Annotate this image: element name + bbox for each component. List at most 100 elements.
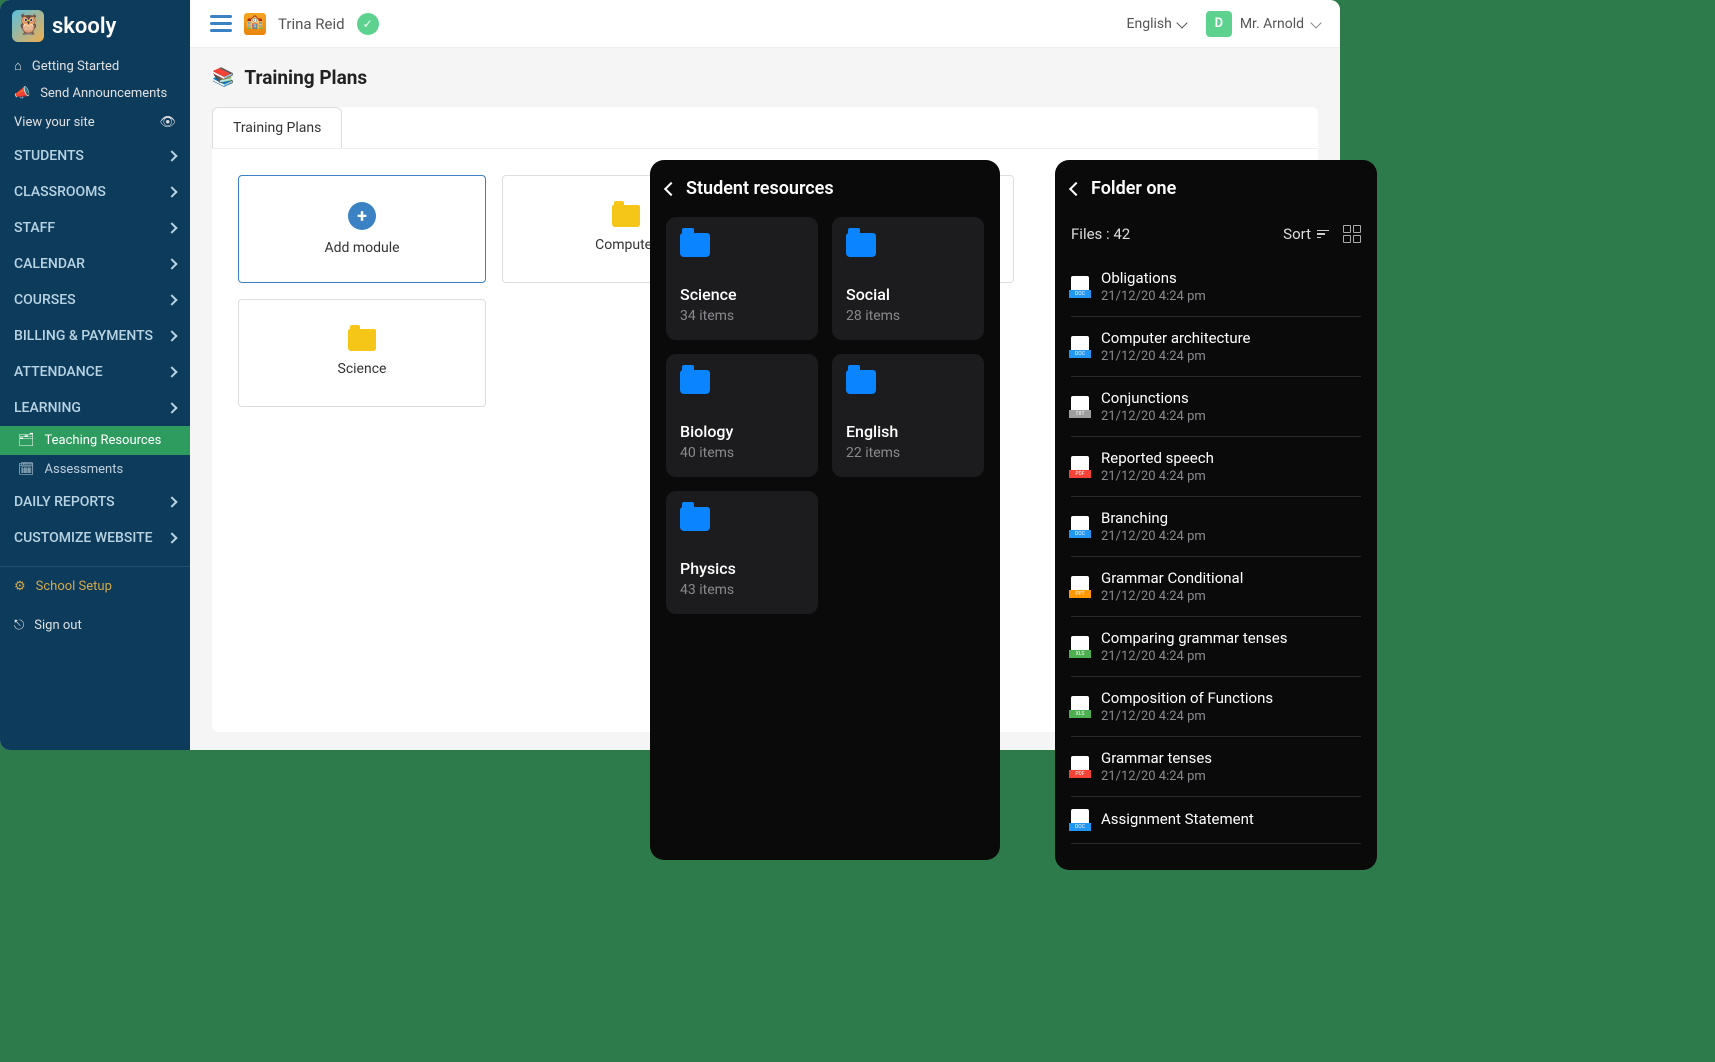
file-row[interactable]: Obligations21/12/20 4:24 pm bbox=[1071, 257, 1361, 317]
nav-label: CUSTOMIZE WEBSITE bbox=[14, 530, 153, 546]
file-type-icon bbox=[1071, 696, 1089, 718]
sidebar-nav-item[interactable]: DAILY REPORTS bbox=[0, 484, 190, 520]
user-avatar: D bbox=[1206, 11, 1232, 37]
file-date: 21/12/20 4:24 pm bbox=[1101, 409, 1361, 424]
sidebar-nav-item[interactable]: CUSTOMIZE WEBSITE bbox=[0, 520, 190, 556]
tab-training-plans[interactable]: Training Plans bbox=[212, 107, 342, 148]
folder-tile[interactable]: Physics43 items bbox=[666, 491, 818, 614]
files-count: Files : 42 bbox=[1071, 225, 1130, 243]
language-selector[interactable]: English bbox=[1127, 16, 1186, 32]
verified-icon: ✓ bbox=[357, 13, 379, 35]
nav-label: CALENDAR bbox=[14, 256, 85, 272]
school-name: Trina Reid bbox=[278, 15, 345, 33]
sidebar-nav-item[interactable]: COURSES bbox=[0, 282, 190, 318]
file-name: Conjunctions bbox=[1101, 389, 1361, 407]
sidebar-nav-item[interactable]: CLASSROOMS bbox=[0, 174, 190, 210]
module-label: Science bbox=[338, 361, 387, 377]
sidebar-nav-item[interactable]: ATTENDANCE bbox=[0, 354, 190, 390]
view-your-site[interactable]: View your site 👁 bbox=[0, 107, 190, 138]
sidebar-nav-item[interactable]: CALENDAR bbox=[0, 246, 190, 282]
sidebar-nav-item[interactable]: STAFF bbox=[0, 210, 190, 246]
file-row[interactable]: Composition of Functions21/12/20 4:24 pm bbox=[1071, 677, 1361, 737]
sidebar-sub-teaching-resources[interactable]: 🗂 Teaching Resources bbox=[0, 426, 190, 455]
folder-count: 40 items bbox=[680, 445, 804, 461]
back-icon[interactable] bbox=[664, 181, 678, 195]
sidebar-getting-started[interactable]: ⌂ Getting Started bbox=[0, 52, 190, 80]
sign-out-label: Sign out bbox=[34, 618, 81, 633]
folder-count: 22 items bbox=[846, 445, 970, 461]
file-row[interactable]: Grammar Conditional21/12/20 4:24 pm bbox=[1071, 557, 1361, 617]
sidebar-link-label: Send Announcements bbox=[40, 86, 167, 101]
sidebar-nav-item[interactable]: BILLING & PAYMENTS bbox=[0, 318, 190, 354]
nav-label: LEARNING bbox=[14, 400, 81, 416]
sign-out[interactable]: ⎋ Sign out bbox=[0, 606, 190, 645]
file-date: 21/12/20 4:24 pm bbox=[1101, 589, 1361, 604]
student-resources-panel: Student resources Science34 itemsSocial2… bbox=[650, 160, 1000, 860]
sidebar-send-announcements[interactable]: 📣 Send Announcements bbox=[0, 80, 190, 107]
folder-icon bbox=[680, 507, 710, 531]
nav-label: CLASSROOMS bbox=[14, 184, 106, 200]
file-date: 21/12/20 4:24 pm bbox=[1101, 529, 1361, 544]
nav-label: DAILY REPORTS bbox=[14, 494, 115, 510]
back-icon[interactable] bbox=[1069, 181, 1083, 195]
file-name: Comparing grammar tenses bbox=[1101, 629, 1361, 647]
file-row[interactable]: Reported speech 21/12/20 4:24 pm bbox=[1071, 437, 1361, 497]
chevron-down-icon bbox=[1176, 17, 1187, 28]
sidebar-sub-assessments[interactable]: 🗓 Assessments bbox=[0, 455, 190, 484]
sidebar-nav-item[interactable]: LEARNING bbox=[0, 390, 190, 426]
sidebar-nav-item[interactable]: STUDENTS bbox=[0, 138, 190, 174]
nav-sub-label: Teaching Resources bbox=[45, 433, 162, 448]
file-date: 21/12/20 4:24 pm bbox=[1101, 289, 1361, 304]
file-row[interactable]: Conjunctions 21/12/20 4:24 pm bbox=[1071, 377, 1361, 437]
school-setup[interactable]: ⚙ School Setup bbox=[0, 566, 190, 606]
chevron-right-icon bbox=[166, 402, 177, 413]
folder-tile[interactable]: Science34 items bbox=[666, 217, 818, 340]
folder-tile[interactable]: Biology40 items bbox=[666, 354, 818, 477]
school-icon bbox=[244, 13, 266, 35]
eye-icon: 👁 bbox=[159, 115, 176, 130]
hamburger-icon[interactable] bbox=[210, 15, 232, 32]
folder-icon bbox=[680, 370, 710, 394]
folder-tile[interactable]: Social28 items bbox=[832, 217, 984, 340]
file-row[interactable]: Comparing grammar tenses21/12/20 4:24 pm bbox=[1071, 617, 1361, 677]
file-type-icon bbox=[1071, 636, 1089, 658]
file-name: Branching bbox=[1101, 509, 1361, 527]
chevron-right-icon bbox=[166, 366, 177, 377]
file-type-icon bbox=[1071, 396, 1089, 418]
chevron-right-icon bbox=[166, 222, 177, 233]
folder-name: English bbox=[846, 422, 970, 441]
file-date: 21/12/20 4:24 pm bbox=[1101, 349, 1361, 364]
books-icon: 📚 bbox=[212, 67, 234, 88]
school-setup-label: School Setup bbox=[36, 579, 112, 594]
sort-button[interactable]: Sort bbox=[1283, 225, 1329, 243]
chevron-down-icon bbox=[1310, 17, 1321, 28]
folder-icon bbox=[680, 233, 710, 257]
resources-icon: 🗂 bbox=[18, 433, 35, 448]
file-row[interactable]: Grammar tenses21/12/20 4:24 pm bbox=[1071, 737, 1361, 797]
file-row[interactable]: Computer architecture21/12/20 4:24 pm bbox=[1071, 317, 1361, 377]
chevron-right-icon bbox=[166, 294, 177, 305]
folder-icon bbox=[612, 205, 640, 227]
file-row[interactable]: Branching 21/12/20 4:24 pm bbox=[1071, 497, 1361, 557]
grid-view-toggle[interactable] bbox=[1343, 225, 1361, 243]
file-name: Grammar tenses bbox=[1101, 749, 1361, 767]
folder-count: 43 items bbox=[680, 582, 804, 598]
file-type-icon bbox=[1071, 576, 1089, 598]
file-name: Composition of Functions bbox=[1101, 689, 1361, 707]
user-menu[interactable]: D Mr. Arnold bbox=[1206, 11, 1320, 37]
chevron-right-icon bbox=[166, 496, 177, 507]
folder-icon bbox=[846, 233, 876, 257]
folder-tile[interactable]: English 22 items bbox=[832, 354, 984, 477]
brand-logo[interactable]: skooly bbox=[0, 0, 190, 52]
folder-name: Science bbox=[680, 285, 804, 304]
file-name: Reported speech bbox=[1101, 449, 1361, 467]
module-card[interactable]: Science bbox=[238, 299, 486, 407]
file-row[interactable]: Assignment Statement bbox=[1071, 797, 1361, 844]
page-title: Training Plans bbox=[244, 66, 367, 89]
chevron-right-icon bbox=[166, 186, 177, 197]
nav-label: ATTENDANCE bbox=[14, 364, 103, 380]
add-module-card[interactable]: +Add module bbox=[238, 175, 486, 283]
file-date: 21/12/20 4:24 pm bbox=[1101, 469, 1361, 484]
home-icon: ⌂ bbox=[14, 58, 22, 74]
sidebar: skooly ⌂ Getting Started 📣 Send Announce… bbox=[0, 0, 190, 750]
